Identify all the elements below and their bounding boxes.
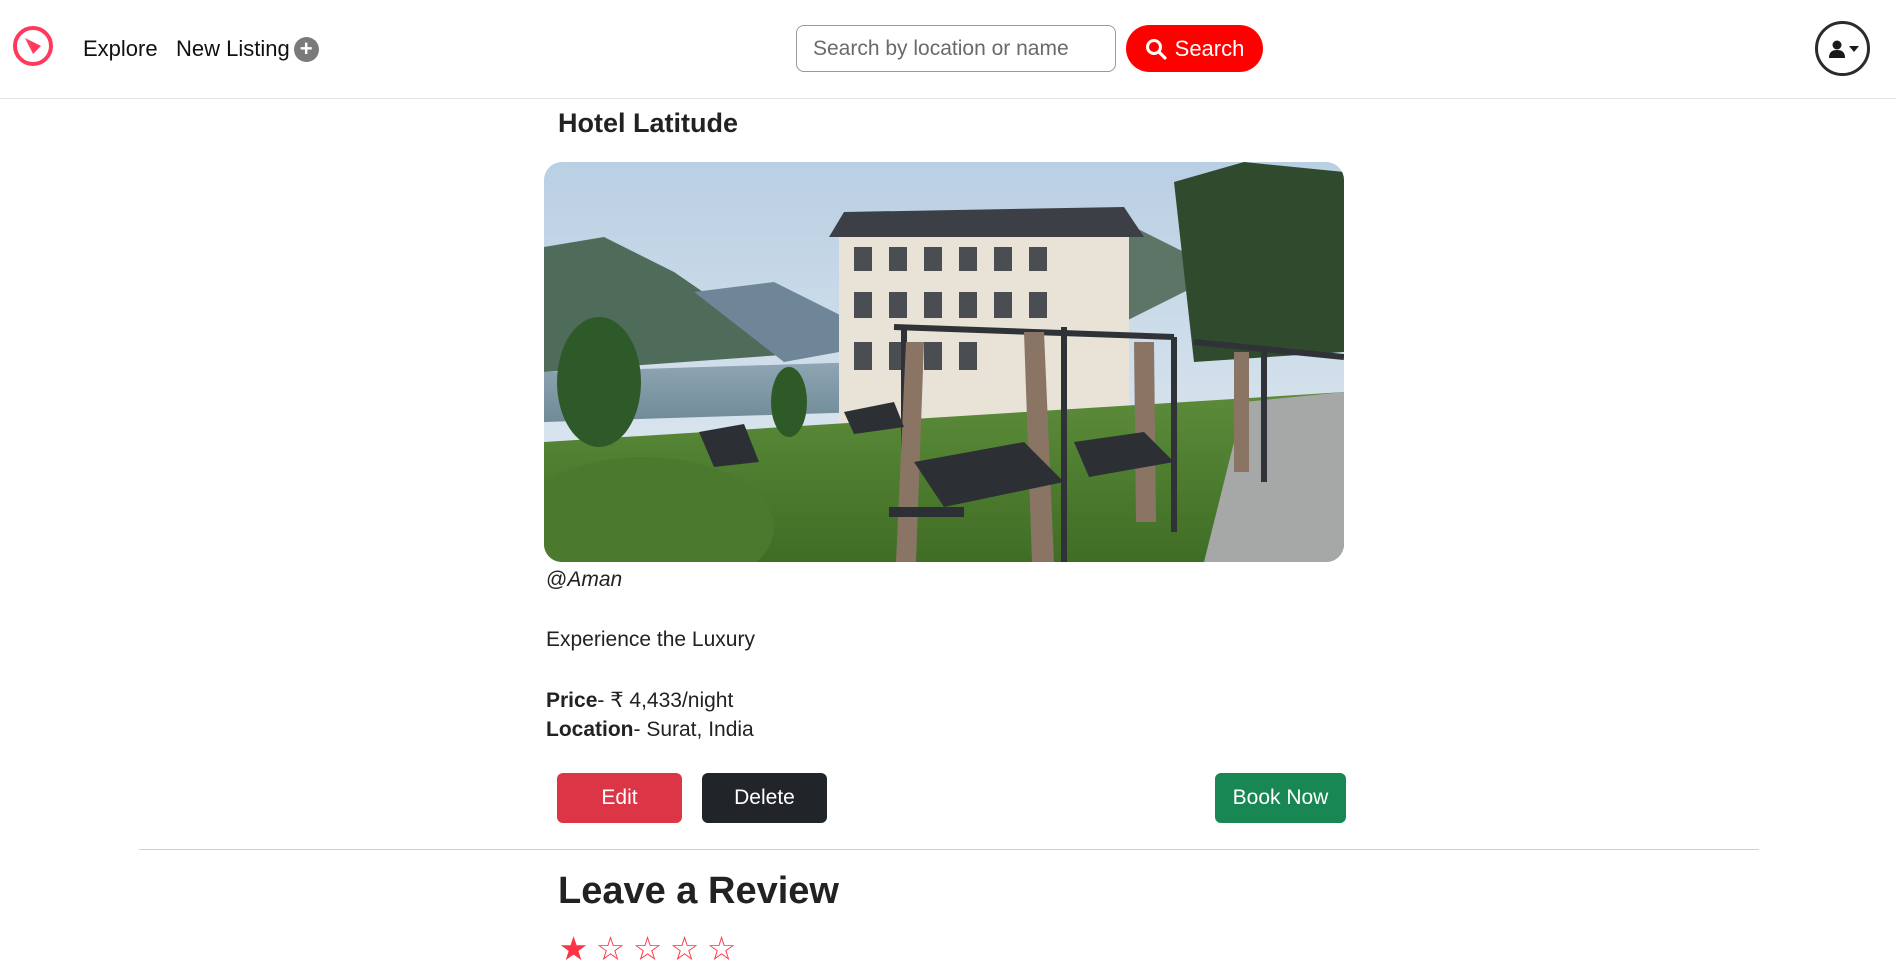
listing-title: Hotel Latitude [558,108,738,138]
listing-price: Price- ₹ 4,433/night [546,688,733,713]
nav-new-listing-link[interactable]: New Listing + [176,36,319,62]
book-now-button[interactable]: Book Now [1215,773,1346,823]
search-input[interactable] [796,25,1116,72]
star-4[interactable]: ☆ [669,932,700,965]
listing-location: Location- Surat, India [546,718,754,742]
search-button-label: Search [1174,35,1245,61]
delete-button[interactable]: Delete [702,773,827,823]
location-value: - Surat, India [633,718,754,741]
user-icon [1828,40,1845,58]
star-rating[interactable]: ★ ☆ ☆ ☆ ☆ [558,932,737,965]
star-1[interactable]: ★ [558,932,589,965]
nav-explore-link[interactable]: Explore [83,36,158,62]
edit-button[interactable]: Edit [557,773,682,823]
new-listing-label: New Listing [176,36,290,61]
star-2[interactable]: ☆ [595,932,626,965]
search-button[interactable]: Search [1126,25,1263,72]
navbar: Explore New Listing + Search [0,0,1896,99]
price-value: - ₹ 4,433/night [597,689,734,712]
star-5[interactable]: ☆ [706,932,737,965]
location-label: Location [546,718,634,741]
owner-name: Aman [567,568,623,591]
search-icon [1145,38,1167,60]
star-3[interactable]: ☆ [632,932,663,965]
user-menu-button[interactable] [1815,21,1870,76]
caret-down-icon [1848,45,1859,52]
listing-description: Experience the Luxury [546,628,755,651]
review-heading: Leave a Review [558,870,839,912]
listing-owner: @Aman [546,568,622,592]
price-label: Price [546,689,598,712]
compass-icon[interactable] [12,25,54,67]
section-divider [139,849,1759,850]
listing-photo [544,162,1344,562]
owner-prefix: @ [546,568,568,591]
plus-circle-icon: + [293,36,319,62]
